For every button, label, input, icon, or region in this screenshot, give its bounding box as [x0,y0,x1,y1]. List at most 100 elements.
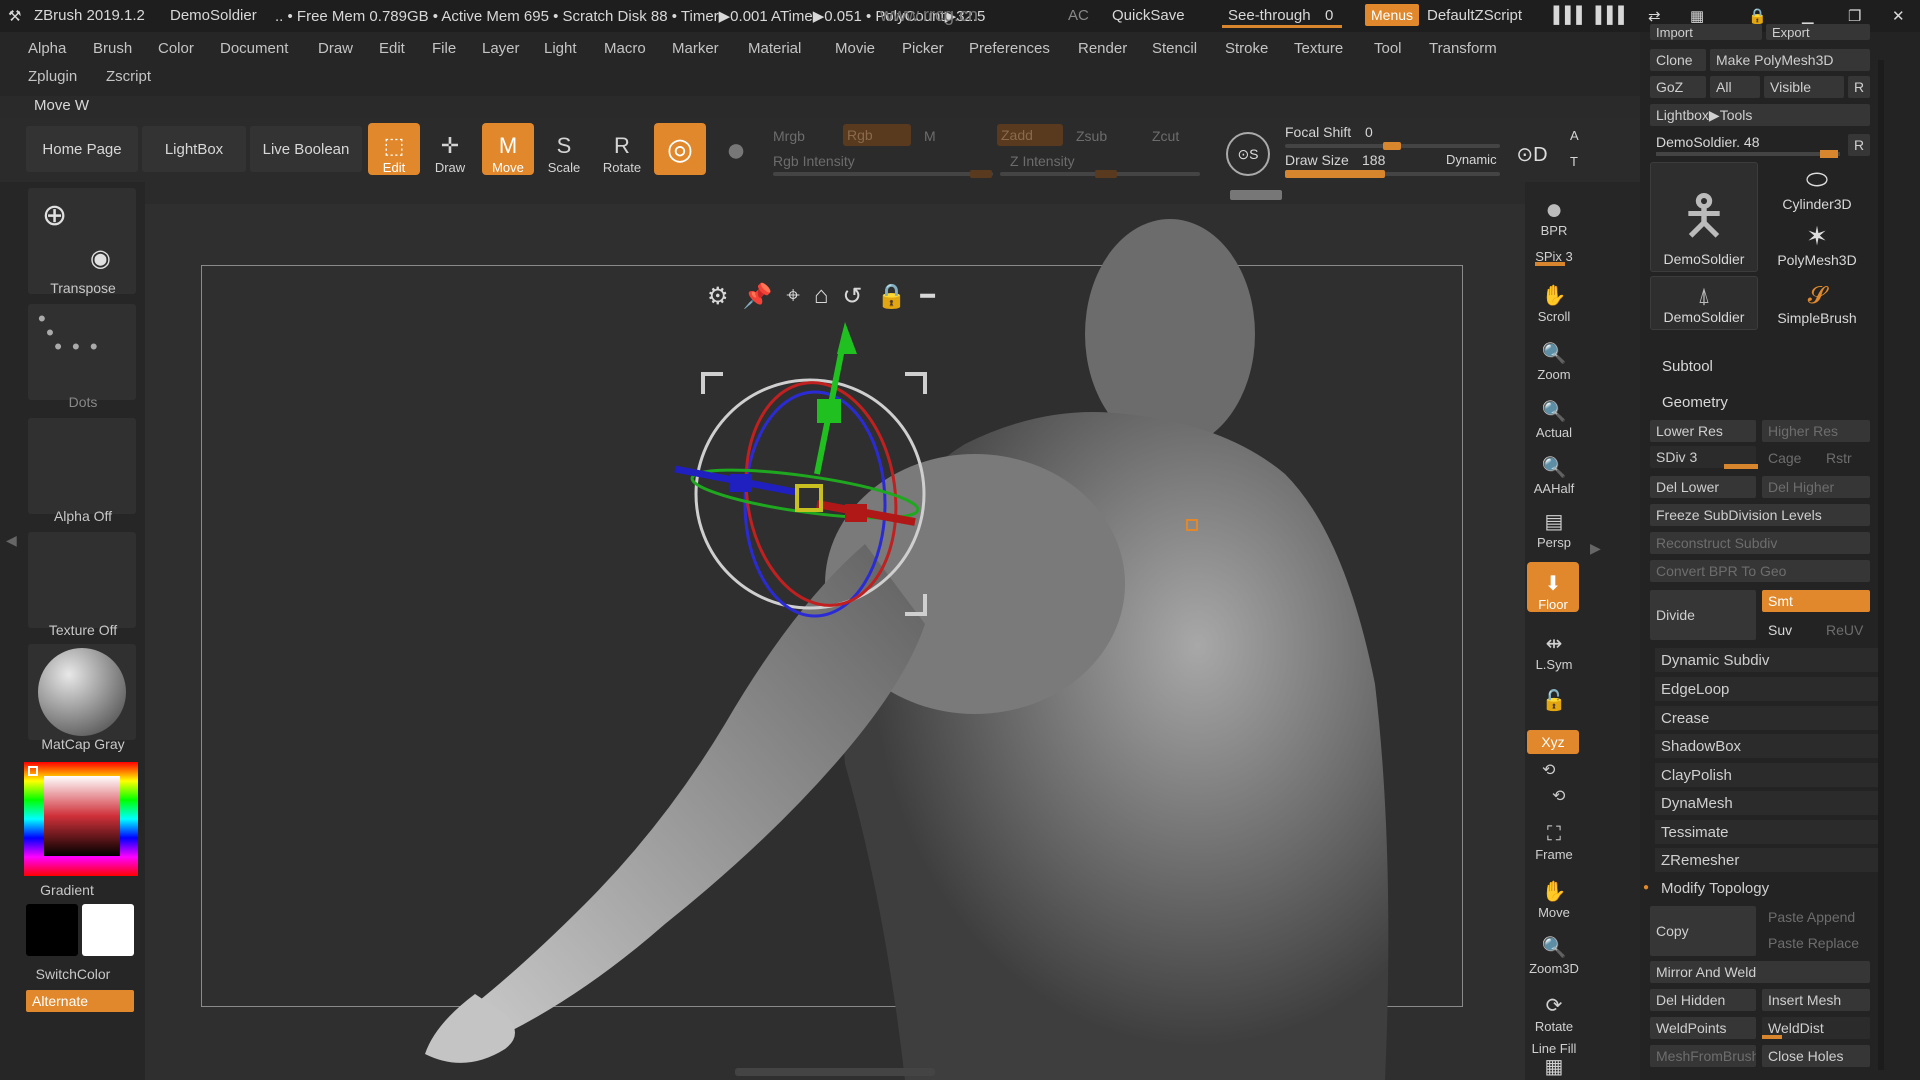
draw-button[interactable]: ✛ Draw [424,123,476,176]
menu-file[interactable]: File [432,40,456,57]
rgb-button[interactable]: Rgb [843,124,911,146]
crease-section[interactable]: Crease [1655,706,1880,730]
lazy-mouse-icon[interactable]: ⊙S [1226,132,1270,176]
see-through-label[interactable]: See-through [1228,7,1311,24]
r-button[interactable]: R [1848,76,1870,98]
backface-mask-icon[interactable]: ⊙D [1512,132,1552,176]
freeze-subdivision-button[interactable]: Freeze SubDivision Levels [1650,504,1870,526]
layout-left-icon[interactable]: ▐▐▐ [1548,7,1582,25]
gizmo-toggle-button[interactable]: ◎ [654,123,706,175]
meshfrombrush-button[interactable]: MeshFromBrush [1650,1045,1756,1067]
frame-button[interactable]: ⛶ Frame [1525,812,1583,862]
tool-r-button[interactable]: R [1848,134,1870,156]
main-color-swatch[interactable] [26,904,78,956]
move-button[interactable]: M Move [482,123,534,175]
mirror-and-weld-button[interactable]: Mirror And Weld [1650,961,1870,983]
suv-button[interactable]: Suv [1768,622,1792,638]
cage-button[interactable]: Cage [1768,450,1801,466]
claypolish-section[interactable]: ClayPolish [1655,763,1880,787]
see-through-slider[interactable] [1222,25,1342,28]
matcap-slot[interactable] [28,644,136,740]
gizmo-x-handle[interactable] [845,504,867,522]
insert-mesh-button[interactable]: Insert Mesh [1762,989,1870,1011]
lower-res-button[interactable]: Lower Res [1650,420,1756,442]
menu-draw[interactable]: Draw [318,40,353,57]
menu-picker[interactable]: Picker [902,40,944,57]
welddist-slider-fill[interactable] [1762,1035,1782,1039]
transpose-brush-slot[interactable]: ⊕ ◉ [28,188,136,294]
zsub-button[interactable]: Zsub [1076,128,1107,144]
tool-slider-handle[interactable] [1820,150,1838,158]
sdiv-slider-fill[interactable] [1724,464,1758,469]
material-sphere-button[interactable]: ● [710,123,762,175]
toolbar-scroll-handle[interactable] [1230,190,1282,200]
geometry-header[interactable]: Geometry [1662,394,1728,411]
menu-tool[interactable]: Tool [1374,40,1402,57]
zbrush-logo-icon[interactable]: ⚒ [8,7,21,25]
zoom-button[interactable]: 🔍 Zoom [1525,332,1583,382]
spix-slider[interactable] [1535,262,1565,266]
menu-stencil[interactable]: Stencil [1152,40,1197,57]
alternate-button[interactable]: Alternate [26,990,134,1012]
scroll-button[interactable]: ✋ Scroll [1525,274,1583,324]
menu-texture[interactable]: Texture [1294,40,1343,57]
menu-render[interactable]: Render [1078,40,1127,57]
close-holes-button[interactable]: Close Holes [1762,1045,1870,1067]
menu-material[interactable]: Material [748,40,801,57]
scale-button[interactable]: S Scale [538,123,590,176]
rstr-button[interactable]: Rstr [1826,450,1852,466]
layout-right-icon[interactable]: ▐▐▐ [1590,7,1624,25]
mrgb-button[interactable]: Mrgb [773,128,805,144]
rotate-button[interactable]: R Rotate [596,123,648,176]
zremesher-section[interactable]: ZRemesher [1655,848,1880,872]
focal-shift-handle[interactable] [1383,142,1401,150]
gizmo-y-arrow[interactable] [837,322,857,354]
m-button[interactable]: M [924,128,936,144]
default-zscript-button[interactable]: DefaultZScript [1427,7,1522,24]
menu-marker[interactable]: Marker [672,40,719,57]
move-view-button[interactable]: ✋ Move [1525,870,1583,920]
rotate-z-icon[interactable]: ⟲ [1552,786,1565,806]
divide-button[interactable]: Divide [1650,590,1756,640]
zadd-button[interactable]: Zadd [997,124,1063,146]
panel-scrollbar[interactable] [1878,60,1884,1070]
floor-button[interactable]: ⬇ Floor [1527,562,1579,612]
edgeloop-section[interactable]: EdgeLoop [1655,677,1880,701]
menus-button[interactable]: Menus [1365,4,1420,26]
copy-button[interactable]: Copy [1650,906,1756,956]
gizmo-settings-icon[interactable]: ⚙ [707,282,729,311]
maximize-icon[interactable]: ❐ [1848,7,1861,25]
tool-thumb-polymesh[interactable]: ✶ PolyMesh3D [1764,218,1870,272]
goz-button[interactable]: GoZ [1650,76,1706,98]
draw-size-fill[interactable] [1285,170,1385,178]
del-hidden-button[interactable]: Del Hidden [1650,989,1756,1011]
local-transform-button[interactable]: 🔓 [1525,676,1583,714]
t-icon[interactable]: T [1570,154,1578,169]
tool-slider[interactable] [1656,152,1840,156]
menu-macro[interactable]: Macro [604,40,646,57]
reconstruct-subdiv-button[interactable]: Reconstruct Subdiv [1650,532,1870,554]
spix-button[interactable]: SPix 3 [1525,240,1583,264]
menu-zplugin[interactable]: Zplugin [28,68,77,85]
subtool-header[interactable]: Subtool [1662,358,1713,375]
tray-collapse-icon[interactable]: ◀ [6,532,17,549]
gizmo-collapse-icon[interactable]: ━ [920,282,934,311]
close-icon[interactable]: ✕ [1892,7,1905,25]
reuv-button[interactable]: ReUV [1826,622,1863,638]
menu-preferences[interactable]: Preferences [969,40,1050,57]
lock-icon[interactable]: 🔒 [1748,7,1767,25]
menu-edit[interactable]: Edit [379,40,405,57]
bottom-tray-handle[interactable] [735,1068,935,1076]
home-page-button[interactable]: Home Page [26,126,138,172]
color-picker-marker[interactable] [28,766,38,776]
convert-bpr-button[interactable]: Convert BPR To Geo [1650,560,1870,582]
quicksave-button[interactable]: QuickSave [1112,7,1185,24]
clone-button[interactable]: Clone [1650,49,1706,71]
del-lower-button[interactable]: Del Lower [1650,476,1756,498]
model-render[interactable] [145,204,1525,1080]
gizmo-reset-icon[interactable]: ↺ [842,282,862,311]
switchcolor-button[interactable]: SwitchColor [0,966,158,982]
lightbox-button[interactable]: LightBox [142,126,246,172]
shelf-collapse-icon[interactable]: ▶ [1590,540,1601,557]
line-fill-button[interactable]: Line Fill ▦ [1525,1036,1583,1080]
